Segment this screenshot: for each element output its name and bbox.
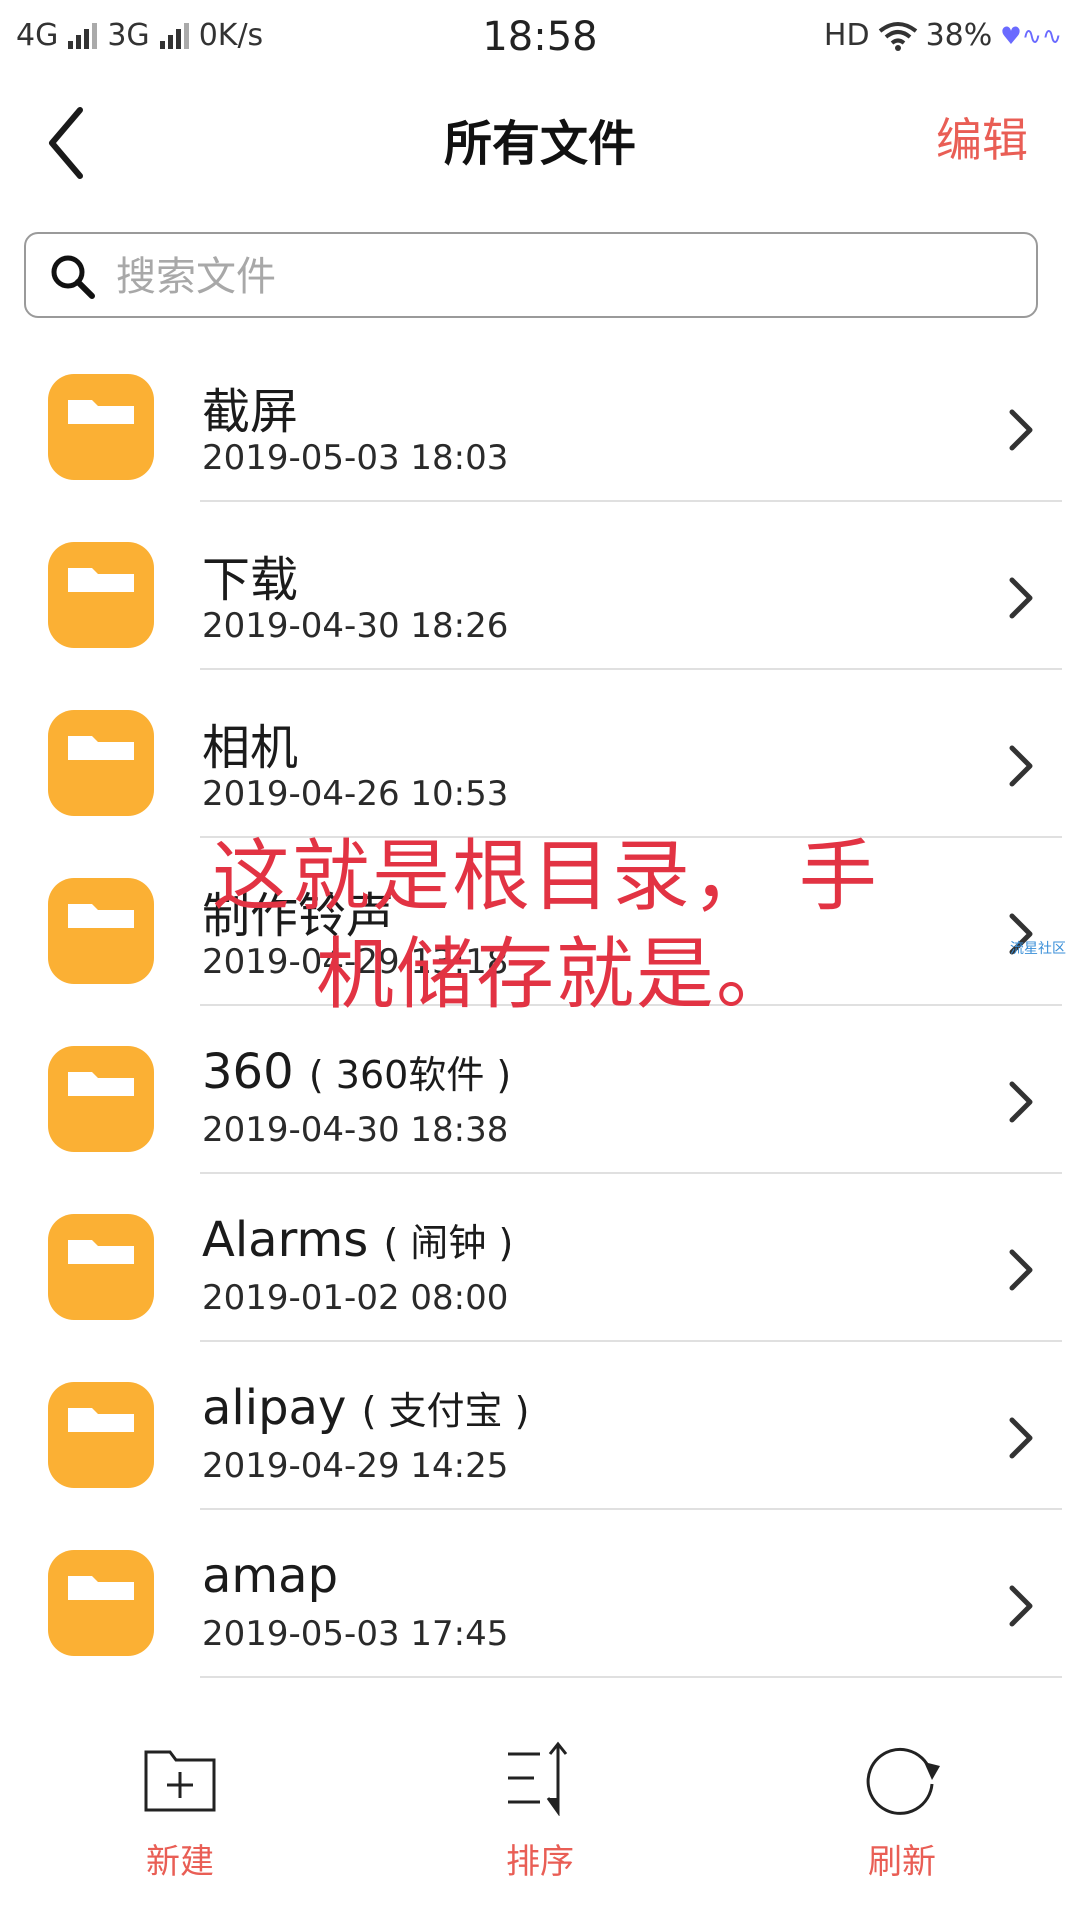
- folder-name: 截屏: [202, 372, 298, 442]
- folder-name-text: 下载: [202, 552, 299, 608]
- folder-alias: ( 支付宝 ): [361, 1389, 530, 1433]
- new-folder-icon: [144, 1750, 216, 1812]
- nav-bar: 所有文件 编辑: [0, 76, 1080, 206]
- folder-row[interactable]: alipay ( 支付宝 ) 2019-04-29 14:25: [0, 1342, 1080, 1510]
- folder-name-text: alipay: [202, 1380, 347, 1436]
- folder-date: 2019-04-29 13:18: [202, 942, 509, 982]
- sort-button[interactable]: 排序: [440, 1740, 640, 1910]
- file-list: 截屏 2019-05-03 18:03 下载 2019-04-30 18:26 相机 20…: [0, 334, 1080, 1754]
- folder-name: amap: [202, 1548, 338, 1604]
- new-folder-button[interactable]: 新建: [80, 1740, 280, 1910]
- chevron-right-icon: [1009, 1585, 1033, 1627]
- folder-icon: [48, 1214, 154, 1320]
- folder-date: 2019-05-03 18:03: [202, 438, 509, 478]
- hd-badge: HD: [823, 18, 870, 53]
- status-right: HD 38% ♥∿∿: [824, 18, 1062, 53]
- folder-icon: [48, 710, 154, 816]
- folder-name-text: Alarms: [202, 1212, 369, 1268]
- folder-date: 2019-04-30 18:26: [202, 606, 509, 646]
- chevron-right-icon: [1009, 1081, 1033, 1123]
- folder-alias: ( 360软件 ): [308, 1053, 512, 1097]
- watermark: 流星社区: [1010, 941, 1066, 957]
- chevron-right-icon: [1009, 745, 1033, 787]
- folder-icon: [48, 878, 154, 984]
- sort-icon: [508, 1741, 568, 1816]
- search-input[interactable]: [114, 244, 998, 310]
- page-title: 所有文件: [443, 116, 636, 172]
- chevron-right-icon: [1009, 577, 1033, 619]
- refresh-button[interactable]: 刷新: [802, 1740, 1002, 1910]
- folder-date: 2019-05-03 17:45: [202, 1614, 509, 1654]
- wifi-icon: [878, 21, 917, 51]
- search-box[interactable]: [24, 232, 1038, 318]
- folder-name-text: 截屏: [202, 384, 299, 440]
- chevron-right-icon: [1009, 409, 1033, 451]
- search-icon: [51, 255, 95, 299]
- folder-icon: [48, 374, 154, 480]
- folder-name: 360 ( 360软件 ): [202, 1044, 511, 1100]
- folder-alias: ( 闹钟 ): [383, 1221, 514, 1265]
- refresh-label: 刷新: [868, 1842, 936, 1882]
- folder-icon: [48, 1382, 154, 1488]
- folder-name: alipay ( 支付宝 ): [202, 1380, 529, 1436]
- folder-row[interactable]: 下载 2019-04-30 18:26: [0, 502, 1080, 670]
- folder-name-text: 相机: [202, 720, 299, 776]
- folder-date: 2019-04-29 14:25: [202, 1446, 509, 1486]
- refresh-icon: [866, 1747, 940, 1815]
- row-divider: [200, 1676, 1062, 1678]
- folder-name-text: 制作铃声: [202, 888, 395, 944]
- chevron-right-icon: [1009, 1417, 1033, 1459]
- sort-label: 排序: [506, 1842, 574, 1882]
- new-folder-label: 新建: [146, 1842, 214, 1882]
- folder-date: 2019-04-30 18:38: [202, 1110, 509, 1150]
- folder-date: 2019-04-26 10:53: [202, 774, 509, 814]
- folder-name: 相机: [202, 708, 298, 778]
- heartbeat-icon: ♥∿∿: [1000, 21, 1062, 50]
- folder-row[interactable]: 360 ( 360软件 ) 2019-04-30 18:38: [0, 1006, 1080, 1174]
- chevron-right-icon: [1009, 1249, 1033, 1291]
- edit-button[interactable]: 编辑: [936, 104, 1028, 170]
- status-bar: 4G 3G 0K/s 18:58 HD 38% ♥∿∿: [0, 0, 1080, 76]
- folder-date: 2019-01-02 08:00: [202, 1278, 509, 1318]
- bottom-toolbar: 新建 排序 刷新: [0, 1730, 1080, 1920]
- folder-row[interactable]: 截屏 2019-05-03 18:03: [0, 334, 1080, 502]
- battery-percent: 38%: [925, 18, 993, 53]
- folder-name-text: amap: [202, 1548, 339, 1604]
- folder-row[interactable]: 相机 2019-04-26 10:53: [0, 670, 1080, 838]
- folder-icon: [48, 1046, 154, 1152]
- folder-name: 制作铃声: [202, 876, 394, 946]
- folder-row[interactable]: Alarms ( 闹钟 ) 2019-01-02 08:00: [0, 1174, 1080, 1342]
- folder-name: 下载: [202, 540, 298, 610]
- folder-name-text: 360: [202, 1044, 294, 1100]
- folder-icon: [48, 1550, 154, 1656]
- folder-row[interactable]: amap 2019-05-03 17:45: [0, 1510, 1080, 1678]
- folder-name: Alarms ( 闹钟 ): [202, 1212, 513, 1268]
- folder-row[interactable]: 制作铃声 2019-04-29 13:18: [0, 838, 1080, 1006]
- folder-icon: [48, 542, 154, 648]
